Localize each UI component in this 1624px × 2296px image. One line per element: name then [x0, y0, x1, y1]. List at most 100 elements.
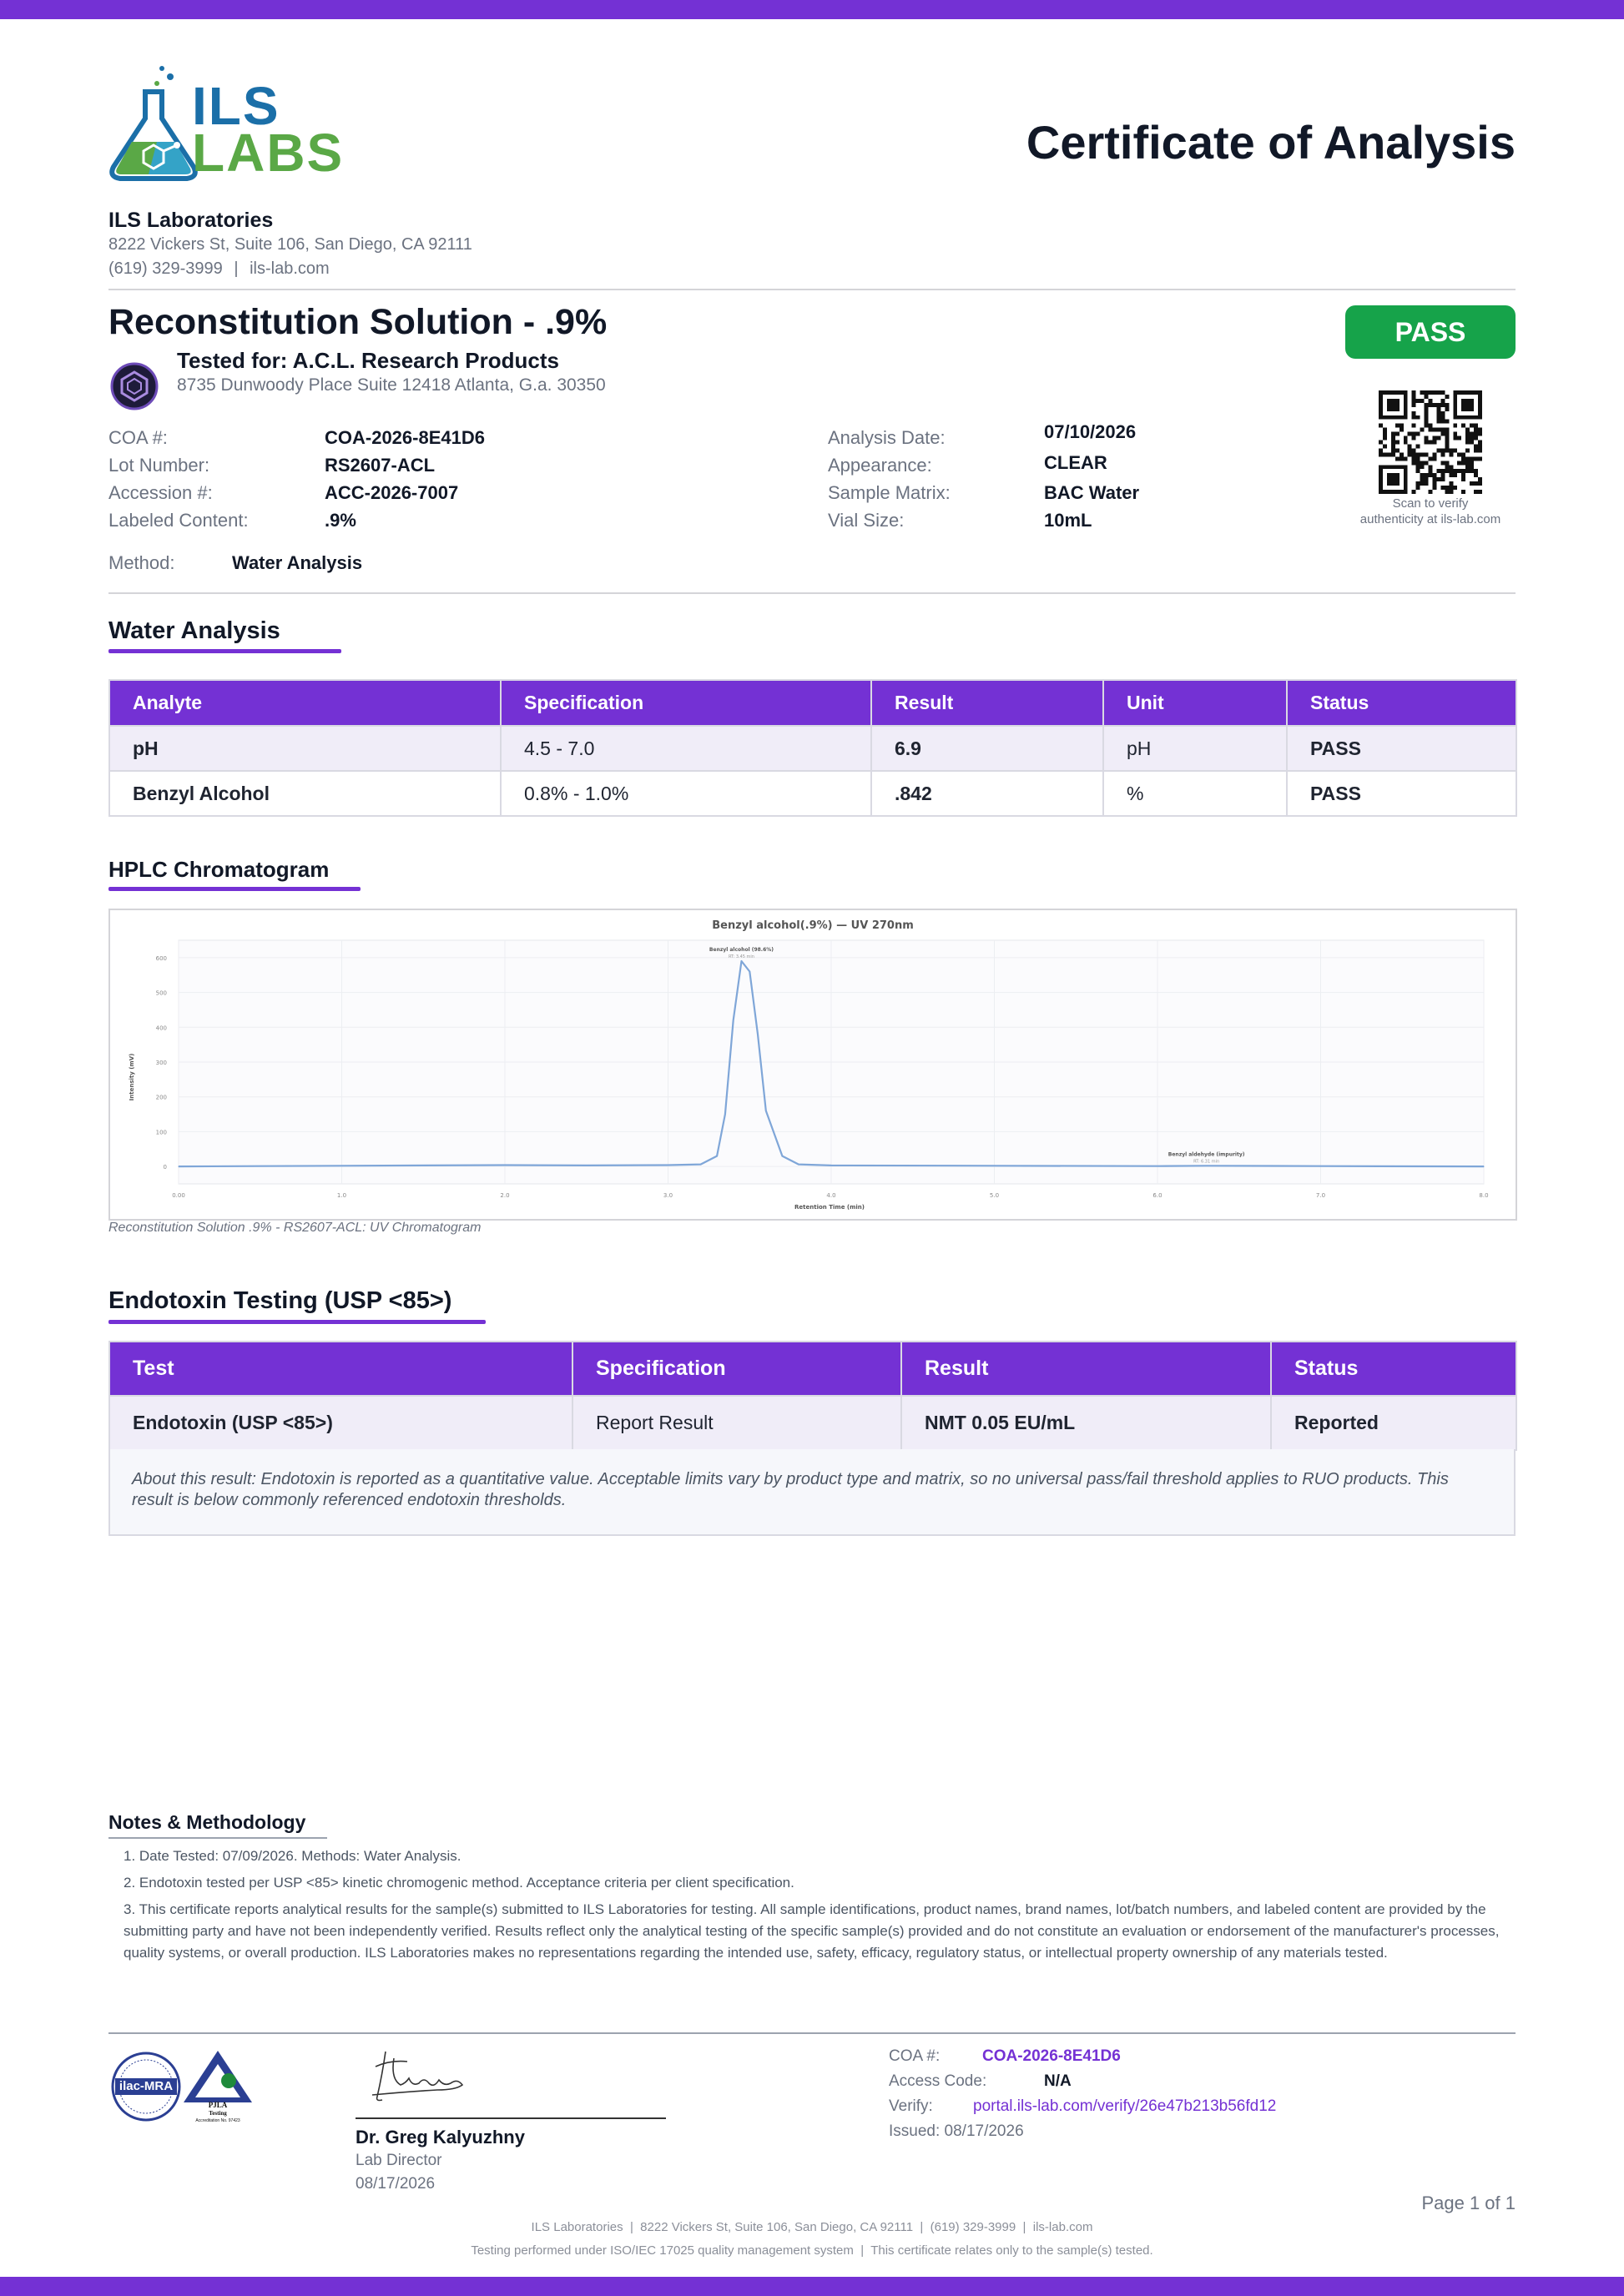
qr-module	[1424, 419, 1429, 424]
qr-module	[1457, 436, 1462, 441]
qr-module	[1453, 423, 1458, 428]
qr-module	[1453, 469, 1458, 474]
qr-module	[1420, 398, 1425, 403]
series-point	[178, 1166, 179, 1167]
qr-module	[1449, 465, 1454, 470]
qr-module	[1474, 423, 1479, 428]
qr-module	[1470, 456, 1475, 461]
series-point	[798, 1164, 799, 1166]
qr-module	[1453, 473, 1458, 478]
detail-value: CLEAR	[1044, 452, 1107, 473]
qr-module	[1478, 477, 1482, 482]
endotoxin-table: Test Specification Result Status Endotox…	[108, 1341, 1517, 1451]
qr-module	[1440, 486, 1445, 491]
qr-module	[1432, 486, 1437, 491]
qr-module	[1424, 461, 1429, 466]
qr-module	[1424, 473, 1429, 478]
qr-module	[1478, 427, 1482, 432]
qr-module	[1440, 448, 1445, 453]
signer-role: Lab Director	[356, 2152, 442, 2169]
qr-module	[1399, 427, 1404, 432]
x-tick-label: 2.0	[500, 1192, 509, 1199]
verification-qr-code[interactable]	[1379, 390, 1482, 494]
qr-module	[1449, 452, 1454, 457]
series-point	[700, 1164, 702, 1166]
y-tick-label: 400	[156, 1025, 167, 1031]
qr-module	[1436, 469, 1441, 474]
qr-module	[1449, 473, 1454, 478]
x-tick-label: 7.0	[1316, 1192, 1325, 1199]
qr-module	[1465, 440, 1470, 445]
detail-value: .9%	[325, 510, 356, 531]
qr-module	[1411, 423, 1416, 428]
qr-module	[1432, 390, 1437, 395]
qr-module	[1445, 486, 1450, 491]
bottom-accent-bar	[0, 2277, 1624, 2296]
qr-module	[1465, 448, 1470, 453]
document-title: Certificate of Analysis	[1026, 116, 1516, 169]
qr-module	[1432, 481, 1437, 486]
lab-website-link[interactable]: ils-lab.com	[250, 259, 330, 278]
series-point	[504, 1164, 506, 1166]
qr-module	[1411, 402, 1416, 407]
qr-module	[1436, 390, 1441, 395]
details-divider	[108, 592, 1516, 594]
qr-module	[1478, 490, 1482, 494]
qr-module	[1415, 456, 1420, 461]
qr-module	[1382, 436, 1387, 441]
chart-grid	[178, 939, 1485, 1185]
qr-module	[1395, 440, 1400, 445]
verification-block: COA #: COA-2026-8E41D6 Access Code: N/A …	[889, 2047, 1473, 2156]
qr-module	[1474, 481, 1479, 486]
qr-module	[1382, 452, 1387, 457]
endotoxin-note: About this result: Endotoxin is reported…	[108, 1449, 1516, 1536]
qr-module	[1445, 448, 1450, 453]
qr-module	[1445, 402, 1450, 407]
qr-module	[1428, 465, 1433, 470]
qr-module	[1440, 398, 1445, 403]
table-cell-analyte: Benzyl Alcohol	[108, 770, 502, 817]
hplc-chart-frame: Benzyl alcohol(.9%) — UV 270nm 270nm Ret…	[108, 909, 1517, 1221]
qr-module	[1445, 461, 1450, 466]
qr-caption-line-1: Scan to verify	[1392, 496, 1469, 511]
qr-module	[1420, 481, 1425, 486]
qr-module	[1436, 427, 1441, 432]
qr-module	[1395, 456, 1400, 461]
detail-value: ACC-2026-7007	[325, 482, 459, 503]
signature-date: 08/17/2026	[356, 2175, 436, 2193]
y-tick-label: 500	[156, 990, 167, 997]
verify-label: Verify:	[889, 2097, 933, 2115]
qr-module	[1465, 456, 1470, 461]
verify-url-link[interactable]: portal.ils-lab.com/verify/26e47b213b56fd…	[973, 2097, 1276, 2116]
series-point	[765, 1110, 767, 1111]
qr-module	[1432, 473, 1437, 478]
table-cell-result: .842	[870, 770, 1104, 817]
qr-module	[1436, 477, 1441, 482]
qr-module	[1461, 473, 1466, 478]
x-tick-label: 6.0	[1152, 1192, 1162, 1199]
qr-module	[1411, 448, 1416, 453]
qr-module	[1470, 440, 1475, 445]
method-label: Method:	[108, 552, 175, 573]
logo-text-labs: LABS	[192, 123, 345, 183]
qr-module	[1457, 461, 1462, 466]
note-item: 3. This certificate reports analytical r…	[124, 1901, 1500, 1961]
qr-module	[1474, 469, 1479, 474]
x-tick-label: 3.0	[663, 1192, 673, 1199]
qr-module	[1465, 461, 1470, 466]
qr-module	[1379, 423, 1383, 428]
qr-module	[1445, 406, 1450, 411]
column-header: Specification	[500, 679, 872, 727]
table-header-row: Analyte Specification Result Unit Status	[108, 679, 1517, 727]
qr-module	[1478, 440, 1482, 445]
detail-label: COA #:	[108, 427, 168, 448]
signature-line	[356, 2117, 666, 2119]
column-header: Status	[1286, 679, 1517, 727]
x-tick-label: 1.0	[337, 1192, 346, 1199]
qr-module	[1424, 406, 1429, 411]
qr-module	[1424, 390, 1429, 395]
notes-heading-rule	[108, 1837, 327, 1839]
qr-module	[1470, 461, 1475, 466]
qr-module	[1424, 477, 1429, 482]
qr-module	[1470, 431, 1475, 436]
